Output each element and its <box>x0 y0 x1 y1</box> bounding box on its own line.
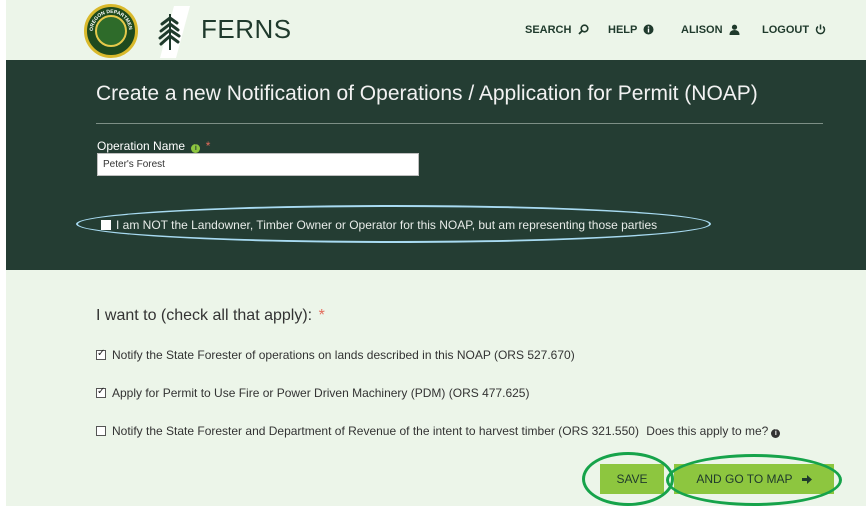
nav-help-link[interactable]: HELP <box>608 24 654 36</box>
app-frame: OREGON DEPARTMENT OF FORESTRY FERNS SEAR… <box>6 0 866 506</box>
app-brand-title[interactable]: FERNS <box>201 14 292 45</box>
highlight-annotation-blue <box>76 205 711 243</box>
required-marker: * <box>318 307 325 324</box>
checkbox-unchecked[interactable] <box>96 426 106 436</box>
page-title: Create a new Notification of Operations … <box>96 82 758 105</box>
intent-option-notify-operations[interactable]: Notify the State Forester of operations … <box>96 348 575 362</box>
nav-user-link[interactable]: ALISON <box>681 24 740 36</box>
operation-name-input[interactable] <box>97 153 419 176</box>
option-label: Notify the State Forester and Department… <box>112 424 639 438</box>
info-icon[interactable]: i <box>771 429 781 438</box>
checkbox-checked[interactable] <box>96 386 106 398</box>
oregon-forestry-seal-logo[interactable]: OREGON DEPARTMENT OF FORESTRY <box>84 4 138 58</box>
fern-leaf-icon <box>158 6 190 58</box>
operation-name-label: Operation Name i * <box>97 139 210 153</box>
user-icon <box>729 24 740 35</box>
intent-heading-text: I want to (check all that apply): <box>96 307 313 324</box>
noap-form-panel: Create a new Notification of Operations … <box>6 60 866 270</box>
intent-option-harvest-timber[interactable]: Notify the State Forester and Department… <box>96 424 781 438</box>
nav-search-label: SEARCH <box>525 24 572 36</box>
operation-intent-section: I want to (check all that apply): * Noti… <box>6 270 866 506</box>
info-icon <box>643 24 654 35</box>
search-icon <box>577 24 589 35</box>
nav-logout-label: LOGOUT <box>762 24 810 36</box>
highlight-annotation-green-save <box>582 452 674 506</box>
operation-name-label-text: Operation Name <box>97 139 186 153</box>
nav-help-label: HELP <box>608 24 638 36</box>
nav-search-link[interactable]: SEARCH <box>525 24 589 36</box>
intent-heading: I want to (check all that apply): * <box>96 307 325 325</box>
svg-text:OREGON DEPARTMENT OF FORESTRY: OREGON DEPARTMENT OF FORESTRY <box>87 7 133 31</box>
info-icon[interactable]: i <box>191 144 201 153</box>
title-divider <box>96 123 823 124</box>
power-icon <box>815 24 826 35</box>
option-label: Notify the State Forester of operations … <box>112 348 575 362</box>
intent-option-pdm-permit[interactable]: Apply for Permit to Use Fire or Power Dr… <box>96 386 529 400</box>
nav-user-label: ALISON <box>681 24 723 36</box>
checkbox-checked[interactable] <box>96 348 106 360</box>
applies-to-me-link[interactable]: Does this apply to me? <box>646 424 768 438</box>
top-nav-bar: OREGON DEPARTMENT OF FORESTRY FERNS SEAR… <box>6 0 866 60</box>
nav-logout-link[interactable]: LOGOUT <box>762 24 826 36</box>
required-marker: * <box>205 139 211 153</box>
seal-lettering: OREGON DEPARTMENT OF FORESTRY <box>87 7 133 31</box>
option-label: Apply for Permit to Use Fire or Power Dr… <box>112 386 530 400</box>
highlight-annotation-green-map <box>666 454 842 506</box>
